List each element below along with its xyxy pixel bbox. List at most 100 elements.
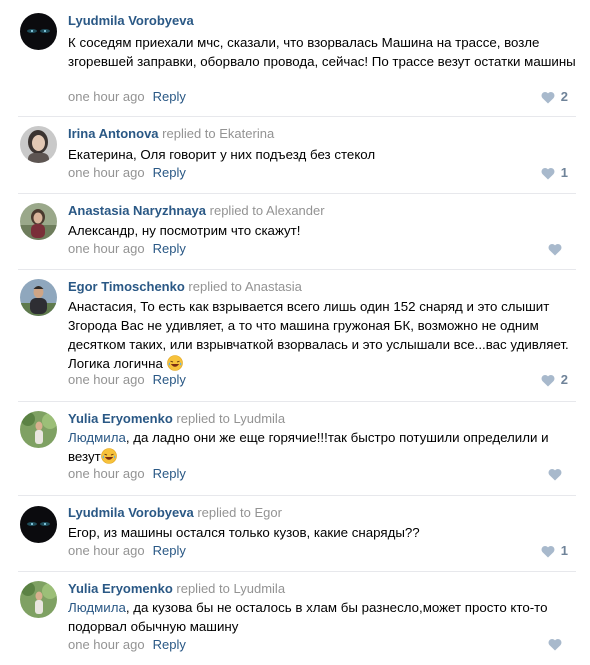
heart-icon [548,468,562,481]
replied-to-label: replied to [188,279,242,294]
author-name[interactable]: Egor Timoschenko [68,279,185,294]
comment-header: Yulia Eryomenko replied to Lyudmila [68,581,285,597]
comment-body: Анастасия, То есть как взрывается всего … [68,299,569,371]
heart-icon [548,243,562,256]
comment-meta: one hour ago Reply [68,241,186,257]
avatar[interactable] [20,126,57,163]
comment-meta: one hour ago Reply [68,637,186,653]
like-button[interactable] [548,468,568,481]
woman-portrait-icon [20,126,57,163]
dark-avatar-icon [20,506,57,543]
comment-header: Irina Antonova replied to Ekaterina [68,126,274,142]
avatar[interactable] [20,203,57,240]
comment-text: Людмила, да кузова бы не осталось в хлам… [68,598,578,636]
comment-text: Егор, из машины остался только кузов, ка… [68,523,578,542]
avatar[interactable] [20,411,57,448]
avatar[interactable] [20,13,57,50]
dark-avatar-icon [20,13,57,50]
laughing-emoji-icon [166,355,183,371]
author-name[interactable]: Yulia Eryomenko [68,411,173,426]
heart-icon [541,545,555,557]
replied-to-label: replied to [197,505,251,520]
author-name[interactable]: Anastasia Naryzhnaya [68,203,206,218]
reply-button[interactable]: Reply [153,89,186,104]
comment-meta: one hour ago Reply [68,165,186,181]
comment-text: Александр, ну посмотрим что скажут! [68,221,578,240]
laughing-emoji-icon [100,448,117,464]
comment-body: Александр, ну посмотрим что скажут! [68,223,301,238]
comment-body: , да кузова бы не осталось в хлам бы раз… [68,600,548,634]
like-button[interactable]: 1 [541,543,568,559]
comment-time[interactable]: one hour ago [68,372,145,387]
like-count: 2 [560,89,568,104]
comment-item: Irina Antonova replied to Ekaterina Екат… [0,117,590,192]
comment-text: Анастасия, То есть как взрывается всего … [68,297,573,373]
woman-outdoor-icon [20,203,57,240]
reply-target[interactable]: Lyudmila [234,581,286,596]
avatar[interactable] [20,506,57,543]
comment-time[interactable]: one hour ago [68,89,145,104]
comment-time[interactable]: one hour ago [68,543,145,558]
comment-header: Yulia Eryomenko replied to Lyudmila [68,411,285,427]
reply-target[interactable]: Lyudmila [234,411,286,426]
woman-green-icon [20,581,57,618]
comment-item: Lyudmila Vorobyeva replied to Egor Егор,… [0,496,590,571]
comment-meta: one hour ago Reply [68,543,186,559]
avatar[interactable] [20,279,57,316]
like-button[interactable]: 2 [541,372,568,388]
replied-to-label: replied to [176,581,230,596]
comment-header: Lyudmila Vorobyeva replied to Egor [68,505,282,521]
comment-time[interactable]: one hour ago [68,637,145,652]
author-name[interactable]: Lyudmila Vorobyeva [68,505,194,520]
author-name[interactable]: Yulia Eryomenko [68,581,173,596]
comment-header: Egor Timoschenko replied to Anastasia [68,279,302,295]
comment-item: Anastasia Naryzhnaya replied to Alexande… [0,194,590,268]
author-name[interactable]: Lyudmila Vorobyeva [68,13,194,28]
comment-meta: one hour ago Reply [68,466,186,482]
heart-icon [541,167,555,179]
author-name[interactable]: Irina Antonova [68,126,159,141]
comment-text: К соседям приехали мчс, сказали, что взо… [68,33,578,71]
reply-button[interactable]: Reply [153,372,186,387]
comment-time[interactable]: one hour ago [68,466,145,481]
like-button[interactable]: 1 [541,165,568,181]
like-button[interactable]: 2 [541,89,568,105]
mention-link[interactable]: Людмила [68,600,126,615]
comment-text: Екатерина, Оля говорит у них подъезд без… [68,145,578,164]
comment-item: Lyudmila Vorobyeva К соседям приехали мч… [0,0,590,115]
reply-target[interactable]: Alexander [266,203,325,218]
comment-text: Людмила, да ладно они же еще горячие!!!т… [68,428,578,466]
reply-button[interactable]: Reply [153,165,186,180]
like-button[interactable] [548,243,568,256]
comment-header: Anastasia Naryzhnaya replied to Alexande… [68,203,325,219]
avatar[interactable] [20,581,57,618]
comment-body: К соседям приехали мчс, сказали, что взо… [68,35,576,69]
reply-button[interactable]: Reply [153,466,186,481]
comment-meta: one hour ago Reply [68,372,186,388]
reply-button[interactable]: Reply [153,637,186,652]
comments-feed: Lyudmila Vorobyeva К соседям приехали мч… [0,0,590,665]
reply-button[interactable]: Reply [153,543,186,558]
woman-green-icon [20,411,57,448]
reply-target[interactable]: Ekaterina [219,126,274,141]
reply-target[interactable]: Egor [254,505,281,520]
replied-to-label: replied to [209,203,264,218]
like-count: 1 [560,543,568,558]
like-button[interactable] [548,638,568,651]
comment-body: , да ладно они же еще горячие!!!так быст… [68,430,549,464]
heart-icon [548,638,562,651]
mention-link[interactable]: Людмила [68,430,126,445]
replied-to-label: replied to [176,411,230,426]
comment-time[interactable]: one hour ago [68,241,145,256]
comment-item: Egor Timoschenko replied to Anastasia Ан… [0,270,590,400]
like-count: 1 [560,165,568,180]
comment-item: Yulia Eryomenko replied to Lyudmila Людм… [0,572,590,665]
comment-meta: one hour ago Reply [68,89,186,105]
replied-to-label: replied to [162,126,216,141]
reply-target[interactable]: Anastasia [245,279,302,294]
reply-button[interactable]: Reply [153,241,186,256]
heart-icon [541,374,555,386]
comment-body: Егор, из машины остался только кузов, ка… [68,525,420,540]
comment-time[interactable]: one hour ago [68,165,145,180]
comment-item: Yulia Eryomenko replied to Lyudmila Людм… [0,402,590,495]
